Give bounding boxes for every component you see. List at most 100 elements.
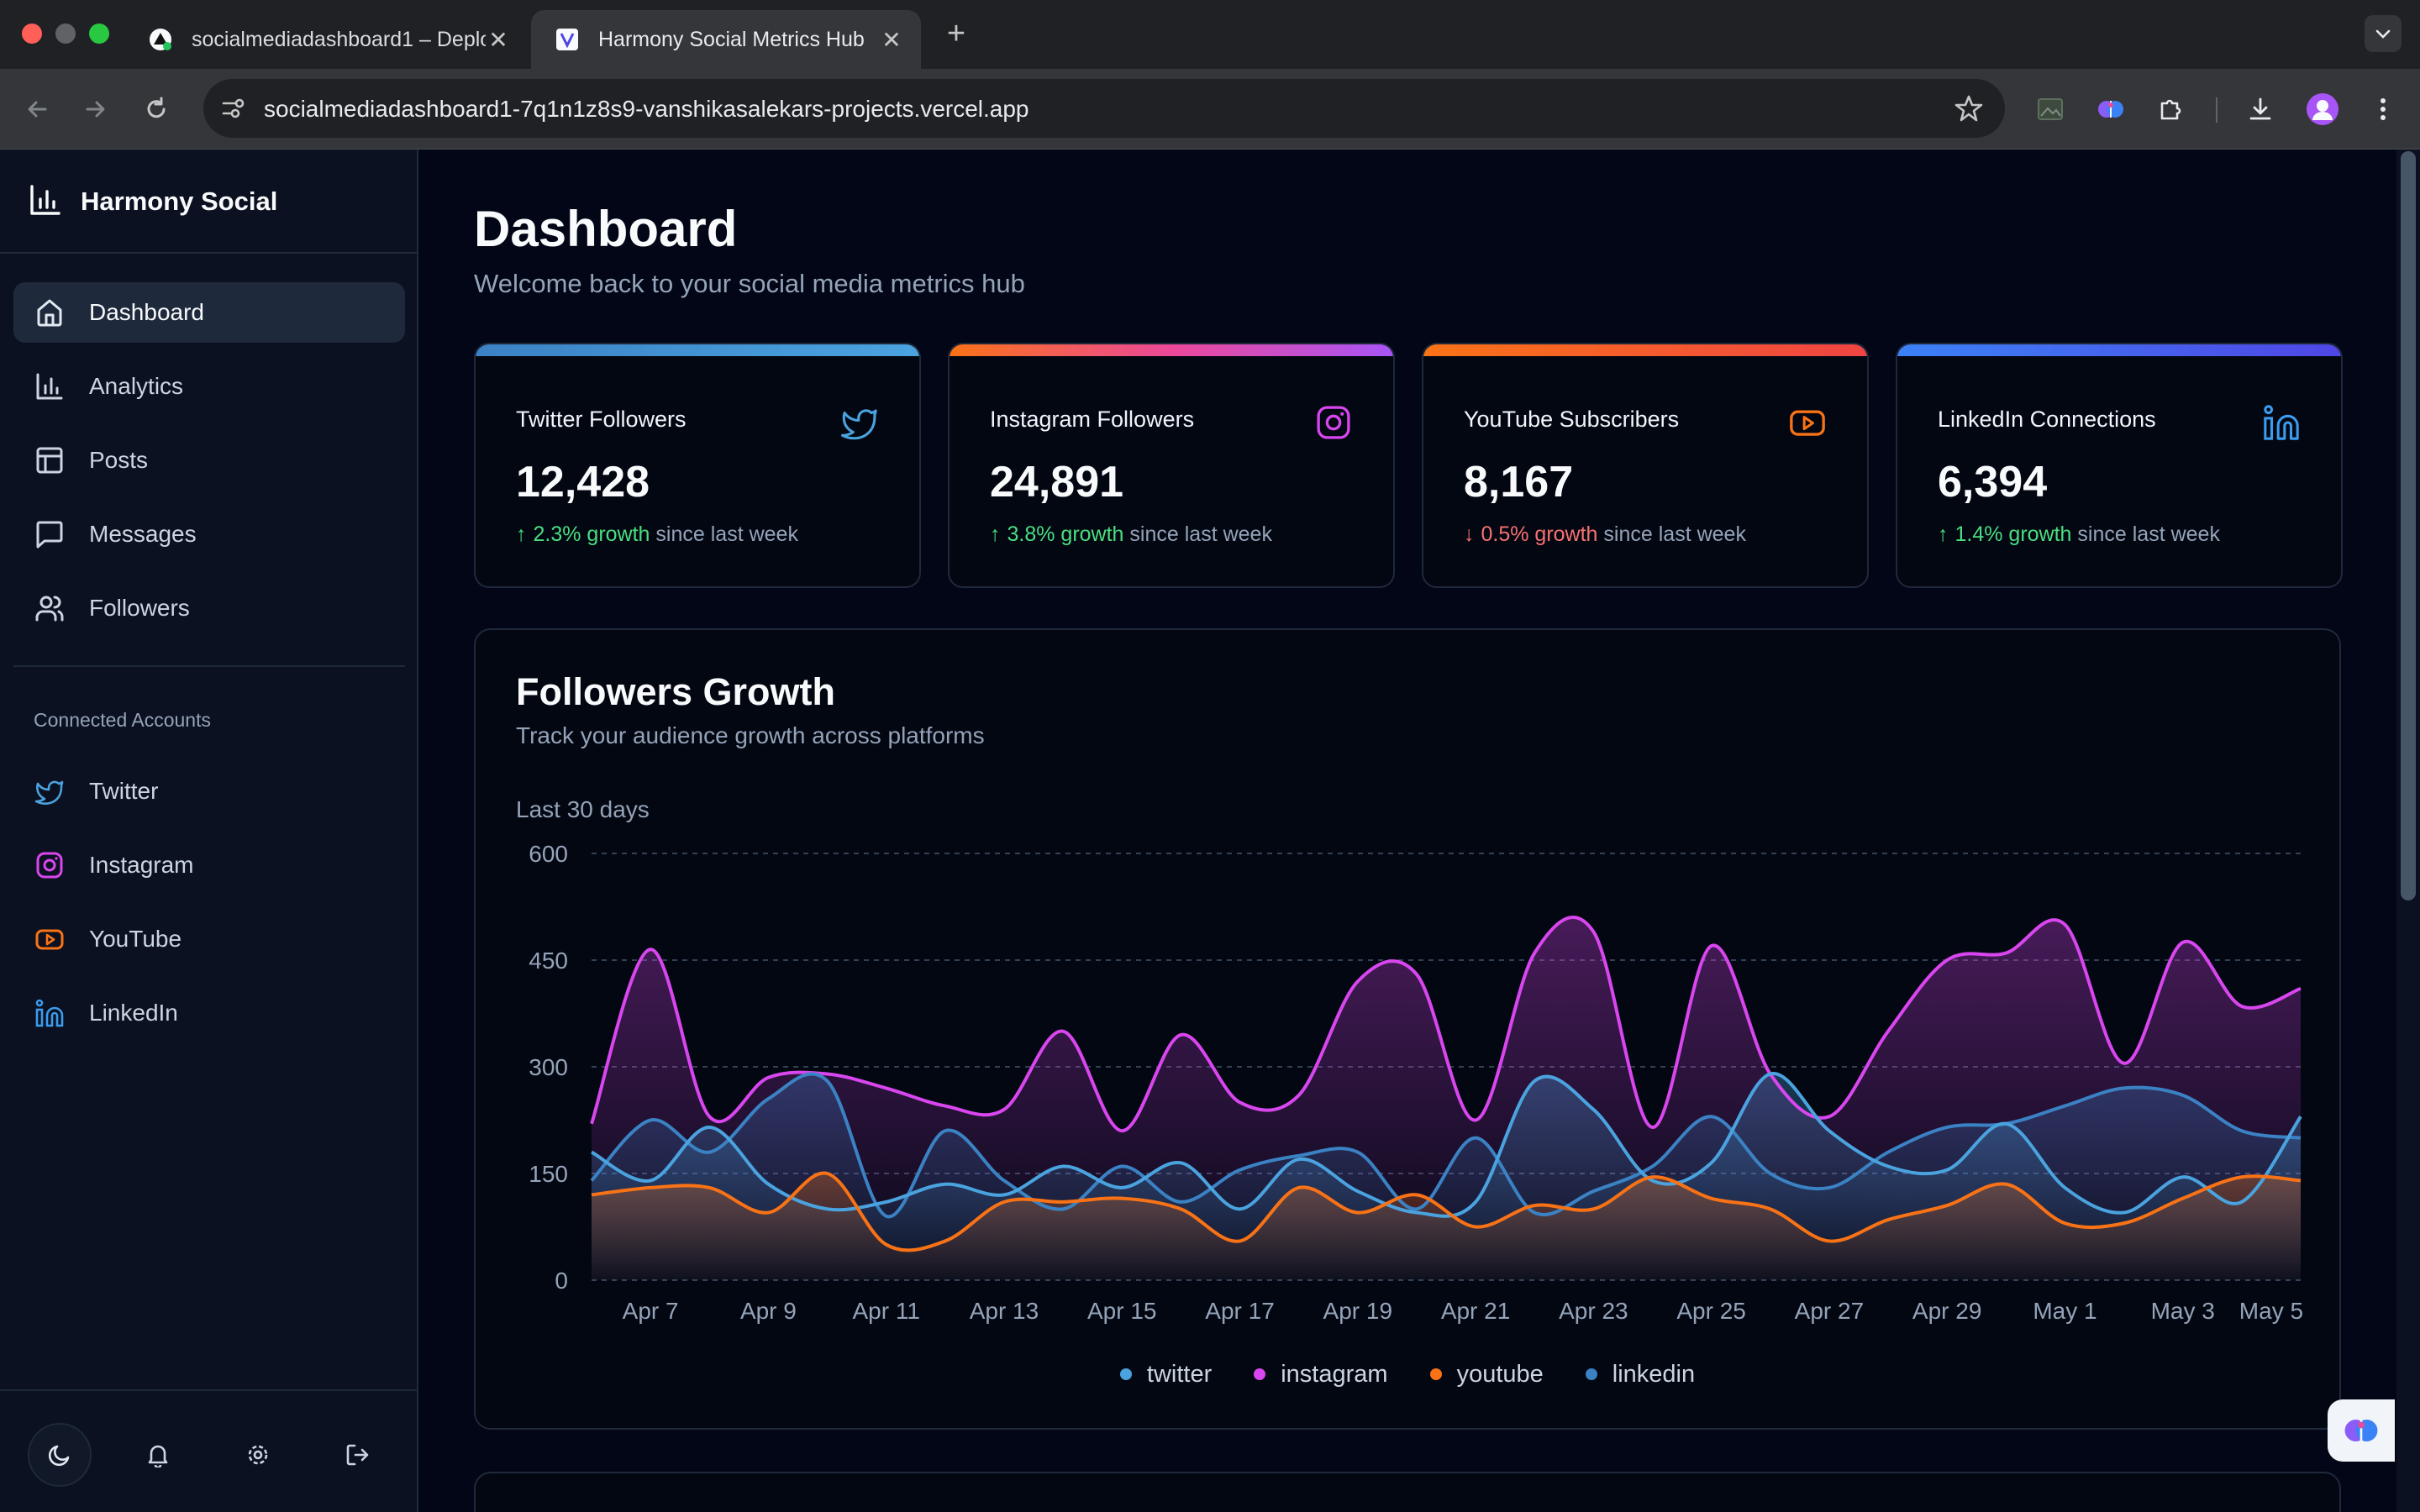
extension-button[interactable] bbox=[2032, 91, 2069, 128]
bell-icon bbox=[148, 1445, 168, 1467]
tab-search-button[interactable] bbox=[2365, 15, 2402, 52]
back-button[interactable] bbox=[18, 91, 55, 128]
vite-favicon-icon bbox=[555, 27, 580, 52]
x-tick-label: Apr 17 bbox=[1205, 1298, 1275, 1324]
sidebar-item-label: Messages bbox=[89, 521, 197, 547]
x-tick-label: Apr 19 bbox=[1323, 1298, 1393, 1324]
stat-change-suffix: since last week bbox=[1603, 522, 1746, 546]
tab-title: Harmony Social Metrics Hub bbox=[598, 27, 865, 51]
range-label: Last 30 days bbox=[516, 796, 650, 822]
stat-change-value: 2.3% growth bbox=[533, 522, 650, 546]
y-tick-label: 450 bbox=[529, 948, 568, 974]
stat-value: 12,428 bbox=[516, 458, 650, 507]
stat-value: 6,394 bbox=[1938, 458, 2048, 507]
address-bar[interactable]: socialmediadashboard1-7q1n1z8s9-vanshika… bbox=[203, 79, 2005, 138]
legend-item-youtube[interactable]: youtube bbox=[1429, 1357, 1544, 1391]
sidebar-item-youtube[interactable]: YouTube bbox=[13, 909, 405, 969]
sidebar-item-label: Dashboard bbox=[89, 299, 204, 325]
stat-card-accent-bar bbox=[1423, 344, 1867, 356]
chevron-down-icon bbox=[2375, 29, 2391, 39]
users-icon bbox=[34, 592, 66, 624]
x-tick-label: Apr 7 bbox=[623, 1298, 679, 1324]
legend-label: instagram bbox=[1281, 1360, 1388, 1388]
scrollbar-thumb[interactable] bbox=[2401, 151, 2416, 900]
logout-icon bbox=[346, 1444, 369, 1466]
sidebar-divider bbox=[13, 665, 405, 667]
x-tick-label: Apr 9 bbox=[740, 1298, 797, 1324]
sidebar-item-followers[interactable]: Followers bbox=[13, 578, 405, 638]
sidebar-item-label: Instagram bbox=[89, 852, 194, 878]
legend-item-instagram[interactable]: instagram bbox=[1254, 1357, 1388, 1391]
sidebar-footer bbox=[0, 1389, 417, 1512]
stat-card-youtube: YouTube Subscribers 8,167 ↓ 0.5% growth s… bbox=[1422, 343, 1869, 588]
legend-item-linkedin[interactable]: linkedin bbox=[1585, 1357, 1696, 1391]
downloads-button[interactable] bbox=[2242, 91, 2279, 128]
bookmark-star-icon[interactable] bbox=[1953, 92, 1985, 124]
home-icon bbox=[34, 297, 66, 328]
connected-accounts-heading: Connected Accounts bbox=[34, 709, 211, 731]
tab-title: socialmediadashboard1 – Deployment Overv… bbox=[192, 27, 486, 51]
sidebar-item-label: Posts bbox=[89, 447, 149, 473]
stat-change: ↓ 0.5% growth since last week bbox=[1464, 522, 1746, 547]
window-zoom-button[interactable] bbox=[89, 24, 109, 44]
stat-label: Instagram Followers bbox=[990, 407, 1195, 432]
reload-button[interactable] bbox=[138, 91, 175, 128]
stat-label: Twitter Followers bbox=[516, 407, 687, 432]
layout-icon bbox=[34, 444, 66, 476]
extensions-menu-button[interactable] bbox=[2153, 91, 2190, 128]
sidebar-item-messages[interactable]: Messages bbox=[13, 504, 405, 564]
legend-label: youtube bbox=[1456, 1360, 1544, 1388]
moon-icon bbox=[48, 1445, 70, 1467]
next-section-card bbox=[474, 1472, 2341, 1512]
stat-change: ↑ 3.8% growth since last week bbox=[990, 522, 1272, 547]
toolbar-divider bbox=[2216, 97, 2217, 123]
stat-change-value: 0.5% growth bbox=[1481, 522, 1598, 546]
x-tick-label: Apr 15 bbox=[1087, 1298, 1157, 1324]
site-settings-icon[interactable] bbox=[218, 94, 247, 123]
floating-assistant-button[interactable] bbox=[2328, 1399, 2395, 1462]
notifications-button[interactable] bbox=[126, 1423, 190, 1487]
stat-change: ↑ 2.3% growth since last week bbox=[516, 522, 798, 547]
settings-button[interactable] bbox=[226, 1423, 290, 1487]
forward-button[interactable] bbox=[77, 91, 114, 128]
sidebar: Harmony Social Dashboard Analytics Posts… bbox=[0, 150, 418, 1512]
theme-toggle-button[interactable] bbox=[28, 1423, 92, 1487]
sidebar-item-instagram[interactable]: Instagram bbox=[13, 835, 405, 895]
logout-button[interactable] bbox=[325, 1423, 389, 1487]
browser-tab-deployment[interactable]: socialmediadashboard1 – Deployment Overv… bbox=[124, 10, 528, 69]
profile-button[interactable] bbox=[2304, 91, 2341, 128]
legend-label: linkedin bbox=[1612, 1360, 1696, 1388]
browser-menu-button[interactable] bbox=[2365, 91, 2402, 128]
stat-change-suffix: since last week bbox=[655, 522, 798, 546]
x-tick-label: Apr 21 bbox=[1441, 1298, 1511, 1324]
new-tab-button[interactable]: + bbox=[939, 17, 973, 50]
window-close-button[interactable] bbox=[22, 24, 42, 44]
sidebar-item-analytics[interactable]: Analytics bbox=[13, 356, 405, 417]
sidebar-item-label: Analytics bbox=[89, 373, 184, 399]
legend-item-twitter[interactable]: twitter bbox=[1119, 1357, 1212, 1391]
sidebar-item-twitter[interactable]: Twitter bbox=[13, 761, 405, 822]
twitter-icon bbox=[34, 775, 66, 807]
window-minimize-button[interactable] bbox=[55, 24, 76, 44]
ai-extension-button[interactable] bbox=[2092, 91, 2129, 128]
close-tab-icon[interactable]: ✕ bbox=[486, 26, 511, 54]
arrow-right-icon bbox=[86, 101, 105, 118]
sidebar-item-linkedin[interactable]: LinkedIn bbox=[13, 983, 405, 1043]
close-tab-icon[interactable]: ✕ bbox=[879, 26, 904, 54]
browser-tab-harmony[interactable]: Harmony Social Metrics Hub ✕ bbox=[531, 10, 921, 69]
message-icon bbox=[34, 518, 66, 550]
y-tick-label: 600 bbox=[529, 841, 568, 867]
stat-value: 8,167 bbox=[1464, 458, 1574, 507]
reload-icon bbox=[147, 97, 166, 118]
avatar bbox=[2307, 93, 2338, 125]
sidebar-item-dashboard[interactable]: Dashboard bbox=[13, 282, 405, 343]
stat-change: ↑ 1.4% growth since last week bbox=[1938, 522, 2220, 547]
arrow-up-icon: ↑ bbox=[990, 522, 1001, 546]
x-tick-label: May 5 bbox=[2239, 1298, 2303, 1324]
stat-change-value: 1.4% growth bbox=[1954, 522, 2072, 546]
settings-icon bbox=[248, 1445, 268, 1465]
sidebar-item-posts[interactable]: Posts bbox=[13, 430, 405, 491]
page-subtitle: Welcome back to your social media metric… bbox=[474, 269, 1025, 298]
download-icon bbox=[2249, 97, 2271, 120]
legend-dot bbox=[1119, 1368, 1132, 1380]
